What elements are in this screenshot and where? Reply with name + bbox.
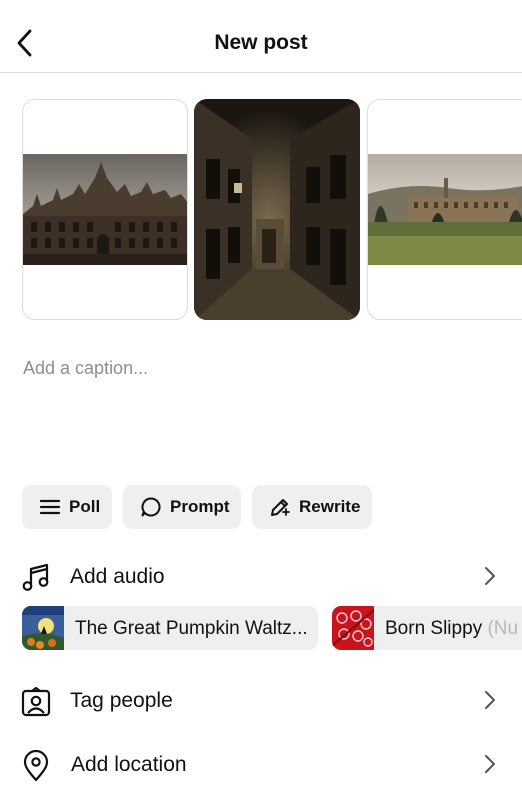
album-art-born-slippy <box>332 606 374 650</box>
poll-button[interactable]: Poll <box>22 485 112 529</box>
add-audio-row[interactable]: Add audio <box>0 550 522 602</box>
media-thumbnail-3[interactable] <box>367 99 522 320</box>
audio-track-chip[interactable]: Born Slippy (Nu <box>332 606 522 650</box>
tag-people-label: Tag people <box>70 689 173 712</box>
gothic-building-photo <box>23 154 187 265</box>
chevron-right-icon <box>485 691 495 709</box>
chevron-right-icon <box>485 755 495 773</box>
rewrite-label: Rewrite <box>299 497 361 516</box>
page-title: New post <box>214 31 308 54</box>
track-title: Born Slippy (Nu <box>385 618 519 639</box>
tag-person-icon <box>20 686 52 718</box>
audio-track-chip[interactable]: The Great Pumpkin Waltz... <box>22 606 318 650</box>
poll-label: Poll <box>69 497 101 516</box>
add-location-row[interactable]: Add location <box>0 738 522 790</box>
tag-people-row[interactable]: Tag people <box>0 674 522 726</box>
location-pin-icon <box>20 750 52 782</box>
album-art-pumpkin <box>22 606 64 650</box>
prompt-label: Prompt <box>170 497 230 516</box>
add-location-label: Add location <box>71 753 187 776</box>
caption-input[interactable]: Add a caption... <box>23 358 148 379</box>
list-icon <box>39 499 61 515</box>
hillside-building-photo <box>368 154 522 265</box>
ruined-corridor-photo <box>194 99 360 320</box>
music-note-icon <box>20 562 52 594</box>
chevron-right-icon <box>485 567 495 585</box>
header: New post <box>0 0 522 73</box>
media-thumbnail-2[interactable] <box>194 99 360 320</box>
prompt-button[interactable]: Prompt <box>123 485 241 529</box>
track-title: The Great Pumpkin Waltz... <box>75 618 308 639</box>
media-thumbnail-1[interactable] <box>22 99 188 320</box>
add-audio-label: Add audio <box>70 565 165 588</box>
pencil-sparkle-icon <box>271 499 290 516</box>
rewrite-button[interactable]: Rewrite <box>252 485 372 529</box>
speech-bubble-icon <box>141 497 161 517</box>
